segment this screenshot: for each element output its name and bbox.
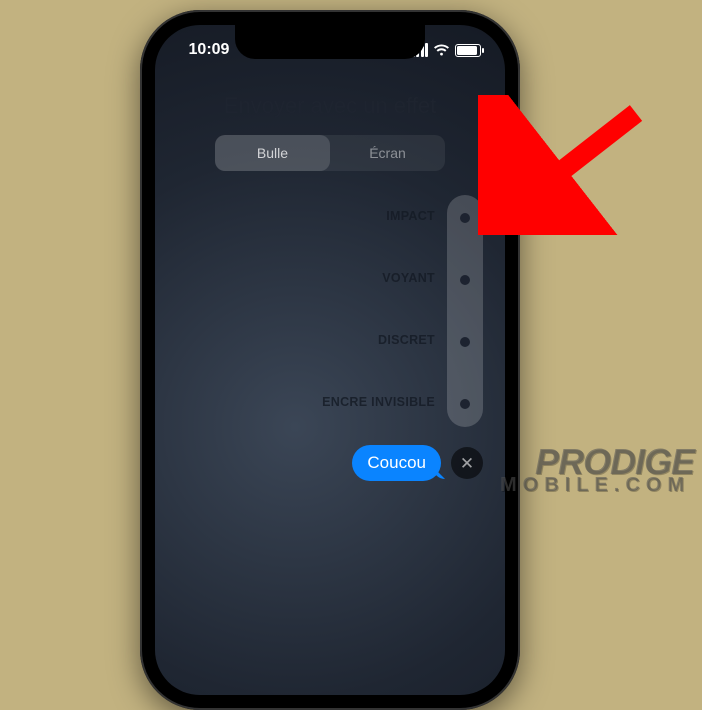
- effect-label-invisible: ENCRE INVISIBLE: [322, 395, 435, 409]
- effect-dot-gentle[interactable]: [460, 337, 470, 347]
- close-button[interactable]: ✕: [451, 447, 483, 479]
- watermark-line2: MOBILE.COM: [500, 476, 690, 494]
- close-icon: ✕: [460, 455, 474, 472]
- effect-dot-loud[interactable]: [460, 275, 470, 285]
- message-bubble: Coucou: [352, 445, 441, 481]
- effect-tabs: Bulle Écran: [215, 135, 445, 171]
- tab-bubble[interactable]: Bulle: [215, 135, 330, 171]
- page-title: Envoyer avec un effet: [155, 93, 505, 119]
- effect-dot-invisible[interactable]: [460, 399, 470, 409]
- screen: 10:09 Envoyer avec un effet Bulle Écran …: [155, 25, 505, 695]
- battery-icon: [455, 44, 481, 57]
- wifi-icon: [433, 44, 450, 57]
- watermark: PRODIGE MOBILE.COM: [500, 446, 694, 494]
- effect-label-impact: IMPACT: [386, 209, 435, 223]
- effect-label-gentle: DISCRET: [378, 333, 435, 347]
- effect-label-loud: VOYANT: [382, 271, 435, 285]
- effect-dot-impact[interactable]: [460, 213, 470, 223]
- iphone-frame: 10:09 Envoyer avec un effet Bulle Écran …: [140, 10, 520, 710]
- status-time: 10:09: [179, 41, 239, 59]
- tab-screen[interactable]: Écran: [330, 135, 445, 171]
- annotation-arrow-icon: [478, 95, 658, 235]
- notch: [235, 25, 425, 59]
